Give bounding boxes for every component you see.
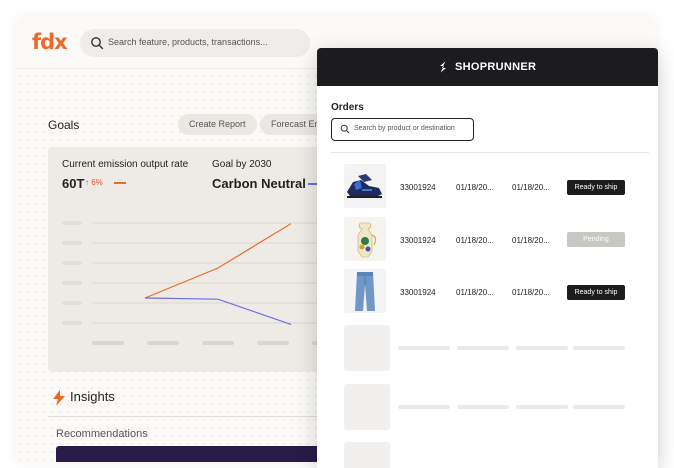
shoprunner-brand: SHOPRUNNER [455,61,537,73]
shoprunner-logo-icon [440,61,446,73]
y-tick-placeholder [62,241,82,245]
order-date: 01/18/20... [456,183,494,192]
x-tick-placeholder [257,341,289,345]
goal-series-line [144,297,292,325]
vase-thumbnail [344,217,386,261]
emission-series-line [144,223,292,299]
y-tick-placeholder [62,221,82,225]
skeleton-line [516,405,568,409]
x-tick-placeholder [147,341,179,345]
order-ship-date: 01/18/20... [512,183,550,192]
skeleton-line [516,346,568,350]
orders-title: Orders [331,102,364,113]
skeleton-thumbnail [344,325,390,371]
search-icon [91,37,104,50]
sneakers-thumbnail [344,164,386,208]
emissions-line-chart [62,221,348,345]
x-tick-placeholder [202,341,234,345]
goal-label: Goal by 2030 [212,159,272,170]
status-badge: Ready to ship [567,180,625,195]
order-ship-date: 01/18/20... [512,288,550,297]
emissions-chart-card: Current emission output rate 60T ↑ 6% Go… [48,147,348,372]
current-emission-label: Current emission output rate [62,159,189,170]
skeleton-line [398,405,450,409]
fdx-logo: fdx [32,30,68,54]
orders-divider [331,152,649,153]
skeleton-line [398,346,450,350]
global-search-input[interactable]: Search feature, products, transactions..… [80,29,310,57]
status-badge: Ready to ship [567,285,625,300]
goal-value: Carbon Neutral [212,176,306,191]
order-id: 33001924 [400,183,436,192]
status-badge: Pending [567,232,625,247]
recommendations-label: Recommendations [56,428,148,440]
skeleton-line [457,346,509,350]
emission-legend-swatch [114,182,126,184]
create-report-button[interactable]: Create Report [178,114,257,135]
order-id: 33001924 [400,288,436,297]
x-tick-placeholder [92,341,124,345]
y-tick-placeholder [62,261,82,265]
emission-delta-value: 6% [91,178,103,187]
shoprunner-header: SHOPRUNNER [317,48,658,86]
insights-divider [48,416,348,417]
lightning-icon [53,390,65,406]
order-ship-date: 01/18/20... [512,236,550,245]
y-tick-placeholder [62,301,82,305]
current-emission-value: 60T [62,176,85,191]
goals-title: Goals [48,118,80,132]
skeleton-line [457,405,509,409]
orders-search-input[interactable]: Search by product or destination [331,118,474,141]
orders-search-placeholder: Search by product or destination [354,125,455,132]
shoprunner-panel: SHOPRUNNER Orders Search by product or d… [317,48,658,468]
order-date: 01/18/20... [456,236,494,245]
recommendation-banner [56,446,336,462]
search-icon [340,124,350,134]
emission-delta: ↑ 6% [85,178,103,187]
y-tick-placeholder [62,281,82,285]
order-date: 01/18/20... [456,288,494,297]
order-id: 33001924 [400,236,436,245]
skeleton-thumbnail [344,442,390,468]
skeleton-line [573,405,625,409]
insights-title: Insights [70,389,115,404]
skeleton-thumbnail [344,384,390,430]
skeleton-line [573,346,625,350]
y-tick-placeholder [62,321,82,325]
search-placeholder: Search feature, products, transactions..… [108,37,268,47]
jeans-thumbnail [344,269,386,313]
